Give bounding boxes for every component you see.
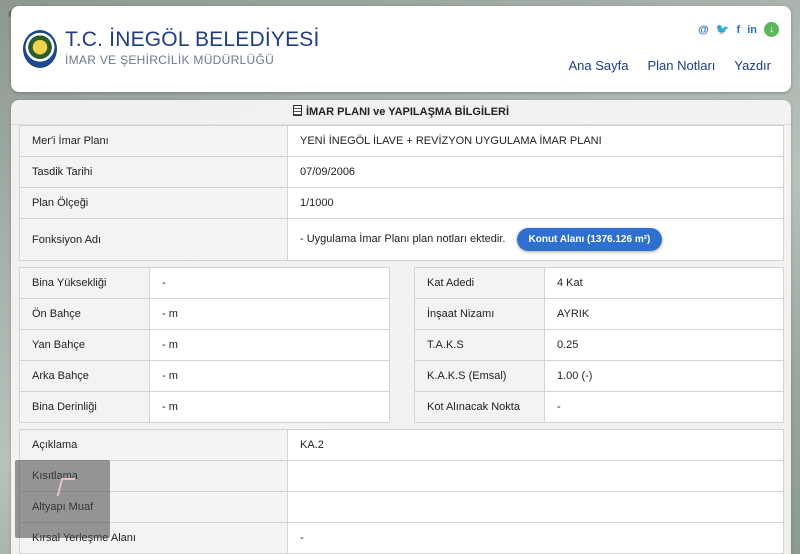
row-label: İnşaat Nizamı: [414, 298, 545, 330]
row-label: Arka Bahçe: [19, 360, 150, 392]
table-row: K.A.K.S (Emsal) 1.00 (-): [414, 360, 784, 392]
row-value: [287, 491, 784, 523]
cursor-icon: [56, 478, 76, 496]
table-row: Plan Ölçeği 1/1000: [19, 187, 784, 219]
nav-home[interactable]: Ana Sayfa: [568, 58, 628, 73]
row-label: K.A.K.S (Emsal): [414, 360, 545, 392]
row-label: Kat Adedi: [414, 267, 545, 299]
email-icon[interactable]: @: [698, 23, 709, 37]
site-subtitle: İMAR VE ŞEHİRCİLİK MÜDÜRLÜĞÜ: [65, 53, 275, 67]
site-header: T.C. İNEGÖL BELEDİYESİ İMAR VE ŞEHİRCİLİ…: [11, 6, 791, 92]
row-value: -: [149, 267, 390, 299]
row-label: Tasdik Tarihi: [19, 156, 288, 188]
row-label: Yan Bahçe: [19, 329, 150, 361]
row-value: [287, 460, 784, 492]
site-title[interactable]: T.C. İNEGÖL BELEDİYESİ: [65, 28, 320, 52]
table-row: Kat Adedi 4 Kat: [414, 267, 784, 299]
row-value: KA.2: [287, 429, 784, 461]
table-row: Yan Bahçe - m: [19, 329, 390, 361]
row-value: AYRIK: [544, 298, 784, 330]
row-value: - m: [149, 391, 390, 423]
table-row: Fonksiyon Adı - Uygulama İmar Planı plan…: [19, 218, 784, 261]
twitter-icon[interactable]: 🐦: [716, 23, 730, 37]
nav-print[interactable]: Yazdır: [734, 58, 771, 73]
panel-header: İMAR PLANI ve YAPILAŞMA BİLGİLERİ: [11, 100, 791, 125]
row-value: 1.00 (-): [544, 360, 784, 392]
setback-table: Bina Yüksekliği - Ön Bahçe - m Yan Bahçe - …: [19, 267, 390, 423]
row-label: Kot Alınacak Nokta: [414, 391, 545, 423]
row-value: -: [287, 522, 784, 554]
social-links: @ 🐦 f in ↓: [698, 22, 779, 37]
nav-plan-notes[interactable]: Plan Notları: [647, 58, 715, 73]
linkedin-icon[interactable]: in: [747, 23, 757, 37]
row-label: Fonksiyon Adı: [19, 218, 288, 261]
floating-overlay[interactable]: [15, 460, 110, 538]
row-value: - m: [149, 329, 390, 361]
row-value: 07/09/2006: [287, 156, 784, 188]
row-label: Plan Ölçeği: [19, 187, 288, 219]
panel-title: İMAR PLANI ve YAPILAŞMA BİLGİLERİ: [305, 106, 510, 118]
row-label: Mer'i İmar Planı: [19, 125, 288, 157]
table-row: Mer'i İmar Planı YENİ İNEGÖL İLAVE + REV…: [19, 125, 784, 157]
row-label: Bina Yüksekliği: [19, 267, 150, 299]
row-label: Bina Derinliği: [19, 391, 150, 423]
row-value: 4 Kat: [544, 267, 784, 299]
table-row: Bina Derinliği - m: [19, 391, 390, 423]
table-row: İnşaat Nizamı AYRIK: [414, 298, 784, 330]
row-label: Ön Bahçe: [19, 298, 150, 330]
plan-info-table: Mer'i İmar Planı YENİ İNEGÖL İLAVE + REV…: [19, 125, 784, 261]
table-row: Bina Yüksekliği -: [19, 267, 390, 299]
municipality-logo[interactable]: [23, 30, 57, 68]
notes-table: AçıklamaKA.2 Kısıtlama Altyapı Muaf Kırs…: [19, 429, 784, 554]
density-table: Kat Adedi 4 Kat İnşaat Nizamı AYRIK T.A.K.…: [414, 267, 784, 423]
function-area-badge[interactable]: Konut Alanı (1376.126 m²): [516, 228, 663, 251]
table-row: Tasdik Tarihi 07/09/2006: [19, 156, 784, 188]
row-label: Açıklama: [19, 429, 288, 461]
row-value: - m: [149, 360, 390, 392]
row-value: YENİ İNEGÖL İLAVE + REVİZYON UYGULAMA İM…: [287, 125, 784, 157]
table-row: Arka Bahçe - m: [19, 360, 390, 392]
row-value: -: [544, 391, 784, 423]
main-nav: Ana Sayfa Plan Notları Yazdır: [568, 58, 771, 73]
download-icon[interactable]: ↓: [764, 22, 779, 37]
table-row: Kısıtlama: [19, 460, 784, 492]
row-value: 0.25: [544, 329, 784, 361]
function-note: - Uygulama İmar Planı plan notları ekted…: [300, 233, 506, 245]
row-label: T.A.K.S: [414, 329, 545, 361]
facebook-icon[interactable]: f: [737, 23, 741, 37]
zoning-info-panel: İMAR PLANI ve YAPILAŞMA BİLGİLERİ Mer'i …: [11, 100, 791, 554]
row-value: 1/1000: [287, 187, 784, 219]
table-row: Ön Bahçe - m: [19, 298, 390, 330]
table-row: Kot Alınacak Nokta -: [414, 391, 784, 423]
row-value: - Uygulama İmar Planı plan notları ekted…: [287, 218, 784, 261]
table-row: Açıklama KA.2: [19, 429, 784, 461]
table-row: T.A.K.S 0.25: [414, 329, 784, 361]
document-icon: [292, 105, 302, 116]
table-row: Altyapı Muaf: [19, 491, 784, 523]
table-row: Kırsal Yerleşme Alanı -: [19, 522, 784, 554]
row-value: - m: [149, 298, 390, 330]
